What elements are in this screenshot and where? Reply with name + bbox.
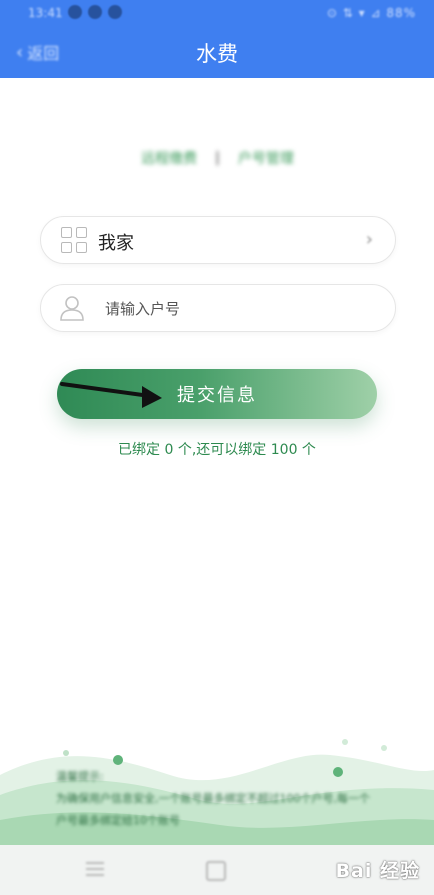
- system-nav-bar: Bai 经验: [0, 845, 434, 895]
- bind-status-text: 已绑定 0 个,还可以绑定 100 个: [118, 442, 316, 458]
- status-time: 13:41: [28, 6, 63, 20]
- account-field: [40, 284, 396, 332]
- notice-title: 温馨提示:: [56, 770, 104, 783]
- chevron-right-icon: ›: [365, 229, 373, 250]
- notice-text: 温馨提示: 为确保用户信息安全,一个账号最多绑定不超过100个户号,每一个 户号…: [56, 766, 406, 832]
- person-icon: [60, 296, 84, 321]
- account-number-input[interactable]: [103, 297, 367, 321]
- home-selector[interactable]: 我家 ›: [40, 216, 396, 264]
- notice-line-2: 户号最多绑定给10个账号: [56, 814, 180, 827]
- tab-remote-payment[interactable]: 远程缴费: [141, 148, 197, 168]
- watermark-logo: Bai 经验: [335, 860, 420, 882]
- home-label: 我家: [98, 233, 134, 254]
- notification-icons: [68, 5, 122, 19]
- page-title: 水费: [196, 42, 238, 66]
- grid-icon: [61, 227, 87, 253]
- arrow-icon: [60, 382, 162, 408]
- tab-account-management[interactable]: 户号管理: [238, 148, 294, 168]
- header-bar: 13:41 ⊙ ⇅ ▾ ⊿ 88% ‹ 返回 水费: [0, 0, 434, 78]
- tab-separator: |: [215, 150, 220, 166]
- notice-line-1: 为确保用户信息安全,一个账号最多绑定不超过100个户号,每一个: [56, 792, 370, 805]
- home-icon[interactable]: [206, 861, 226, 881]
- status-bar: 13:41 ⊙ ⇅ ▾ ⊿ 88%: [0, 0, 434, 26]
- menu-icon[interactable]: [86, 862, 104, 876]
- status-indicators: ⊙ ⇅ ▾ ⊿ 88%: [326, 6, 416, 20]
- tab-bar: 远程缴费 | 户号管理: [95, 138, 340, 178]
